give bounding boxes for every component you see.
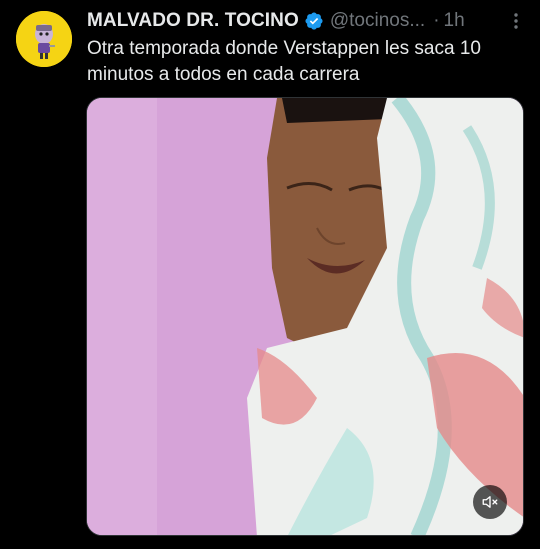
author-name[interactable]: MALVADO DR. TOCINO <box>87 10 299 32</box>
tweet-video[interactable] <box>86 97 524 536</box>
mute-button[interactable] <box>473 485 507 519</box>
separator-dot: · <box>433 10 440 31</box>
author-handle[interactable]: @tocinos... <box>330 10 425 32</box>
video-frame <box>87 98 523 535</box>
avatar-image <box>16 11 72 67</box>
tweet[interactable]: MALVADO DR. TOCINO @tocinos... · 1h Otra… <box>0 0 540 549</box>
timestamp[interactable]: 1h <box>444 10 465 32</box>
volume-muted-icon <box>482 496 498 508</box>
verified-badge-icon <box>305 12 323 30</box>
more-options-icon[interactable] <box>506 11 526 31</box>
tweet-header: MALVADO DR. TOCINO @tocinos... · 1h <box>87 8 526 34</box>
tweet-text: Otra temporada donde Verstappen les saca… <box>87 38 481 85</box>
avatar[interactable] <box>16 11 72 67</box>
